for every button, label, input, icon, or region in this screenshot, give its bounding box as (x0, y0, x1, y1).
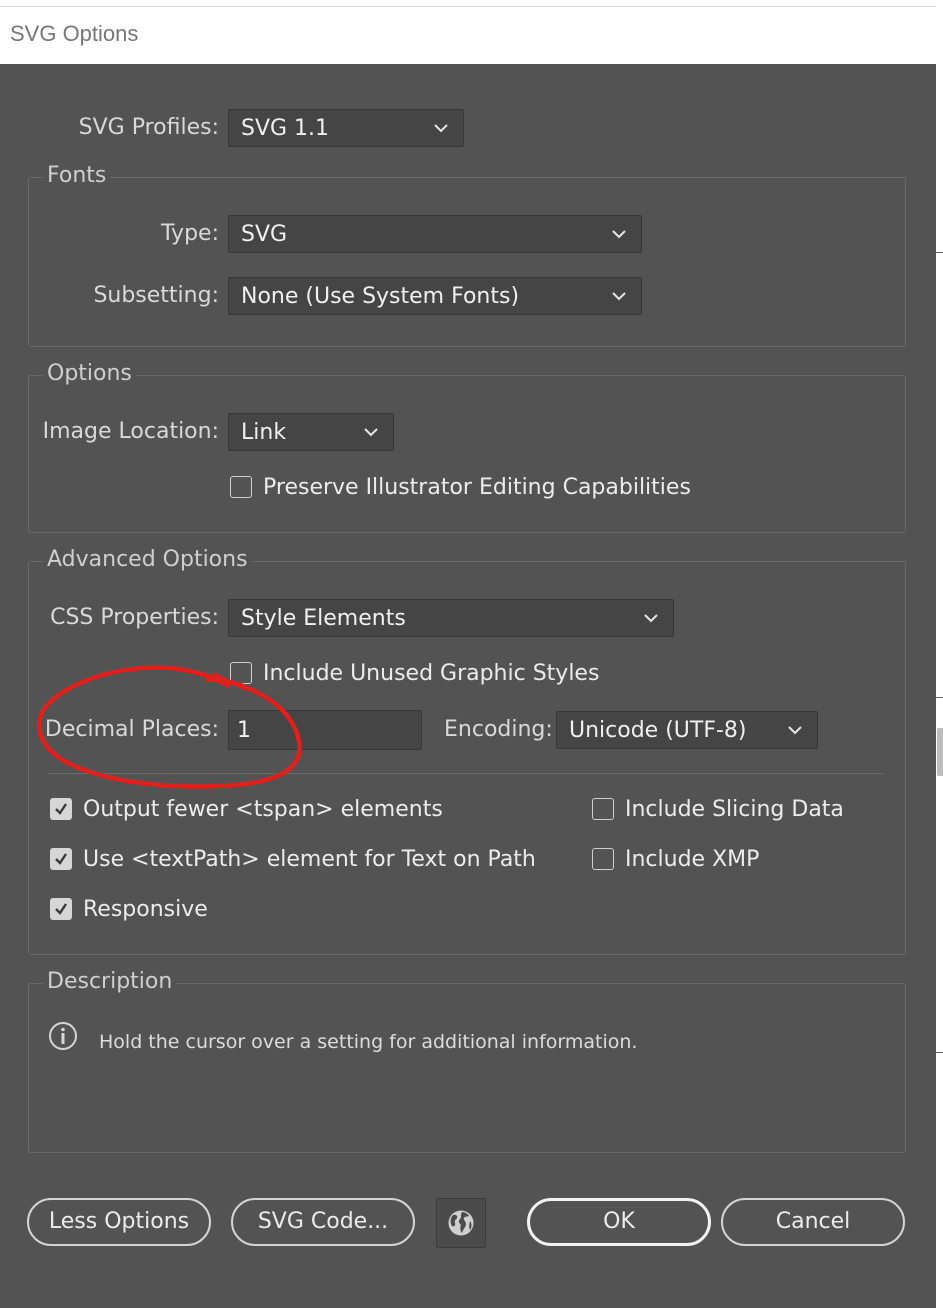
include-unused-styles-label: Include Unused Graphic Styles (263, 661, 600, 686)
svg-profiles-label: SVG Profiles: (78, 115, 219, 140)
description-group-title: Description (43, 969, 177, 994)
font-type-value: SVG (241, 222, 288, 247)
responsive-label: Responsive (83, 897, 208, 922)
svg-code-button[interactable]: SVG Code... (231, 1198, 415, 1246)
preserve-editing-checkbox[interactable] (230, 476, 252, 498)
chevron-down-icon (788, 726, 802, 735)
section-divider (48, 773, 884, 774)
output-fewer-tspan-label: Output fewer <tspan> elements (83, 797, 443, 822)
cancel-button[interactable]: Cancel (721, 1198, 905, 1246)
background-window-edge (936, 0, 943, 1308)
svg-options-dialog: SVG Options SVG Profiles: SVG 1.1 Fonts … (0, 0, 943, 1308)
include-unused-styles-checkbox[interactable] (230, 662, 252, 684)
options-group-title: Options (43, 361, 136, 386)
chevron-down-icon (612, 230, 626, 239)
include-xmp-label: Include XMP (625, 847, 760, 872)
description-group (28, 983, 906, 1153)
include-xmp-checkbox[interactable] (592, 848, 614, 870)
encoding-value: Unicode (UTF-8) (569, 718, 747, 743)
font-type-select[interactable]: SVG (228, 215, 642, 253)
preserve-editing-label: Preserve Illustrator Editing Capabilitie… (263, 475, 691, 500)
checkmark-icon (55, 803, 67, 815)
fonts-group-title: Fonts (43, 163, 111, 188)
ok-button[interactable]: OK (527, 1198, 711, 1246)
include-slicing-data-label: Include Slicing Data (625, 797, 844, 822)
advanced-options-group-title: Advanced Options (43, 547, 252, 572)
chevron-down-icon (612, 292, 626, 301)
responsive-checkbox[interactable] (50, 898, 72, 920)
chevron-down-icon (434, 124, 448, 133)
css-properties-value: Style Elements (241, 606, 406, 631)
web-preview-button[interactable] (436, 1198, 486, 1248)
encoding-label: Encoding: (444, 717, 553, 742)
use-textpath-label: Use <textPath> element for Text on Path (83, 847, 536, 872)
description-text: Hold the cursor over a setting for addit… (99, 1031, 638, 1053)
image-location-label: Image Location: (42, 419, 219, 444)
svg-profiles-select[interactable]: SVG 1.1 (228, 109, 464, 147)
css-properties-label: CSS Properties: (50, 605, 219, 630)
font-type-label: Type: (161, 221, 219, 246)
edge-line (936, 697, 943, 698)
image-location-select[interactable]: Link (228, 413, 394, 451)
decimal-places-label: Decimal Places: (44, 717, 219, 742)
edge-tab (937, 728, 943, 776)
window-title: SVG Options (10, 21, 139, 46)
edge-line (936, 1052, 943, 1053)
include-slicing-data-checkbox[interactable] (592, 798, 614, 820)
chevron-down-icon (364, 428, 378, 437)
chevron-down-icon (644, 614, 658, 623)
globe-icon (448, 1210, 474, 1236)
title-bar: SVG Options (0, 6, 936, 65)
info-icon (49, 1022, 77, 1050)
options-group (28, 375, 906, 533)
subsetting-label: Subsetting: (93, 283, 219, 308)
image-location-value: Link (241, 420, 287, 445)
checkmark-icon (55, 903, 67, 915)
use-textpath-checkbox[interactable] (50, 848, 72, 870)
fonts-group (28, 177, 906, 347)
decimal-places-input[interactable]: 1 (228, 710, 422, 750)
css-properties-select[interactable]: Style Elements (228, 599, 674, 637)
checkmark-icon (55, 853, 67, 865)
edge-line (936, 252, 943, 253)
decimal-places-value: 1 (237, 718, 251, 743)
less-options-button[interactable]: Less Options (27, 1198, 211, 1246)
subsetting-value: None (Use System Fonts) (241, 284, 520, 309)
subsetting-select[interactable]: None (Use System Fonts) (228, 277, 642, 315)
output-fewer-tspan-checkbox[interactable] (50, 798, 72, 820)
svg-profiles-value: SVG 1.1 (241, 116, 330, 141)
encoding-select[interactable]: Unicode (UTF-8) (556, 711, 818, 749)
